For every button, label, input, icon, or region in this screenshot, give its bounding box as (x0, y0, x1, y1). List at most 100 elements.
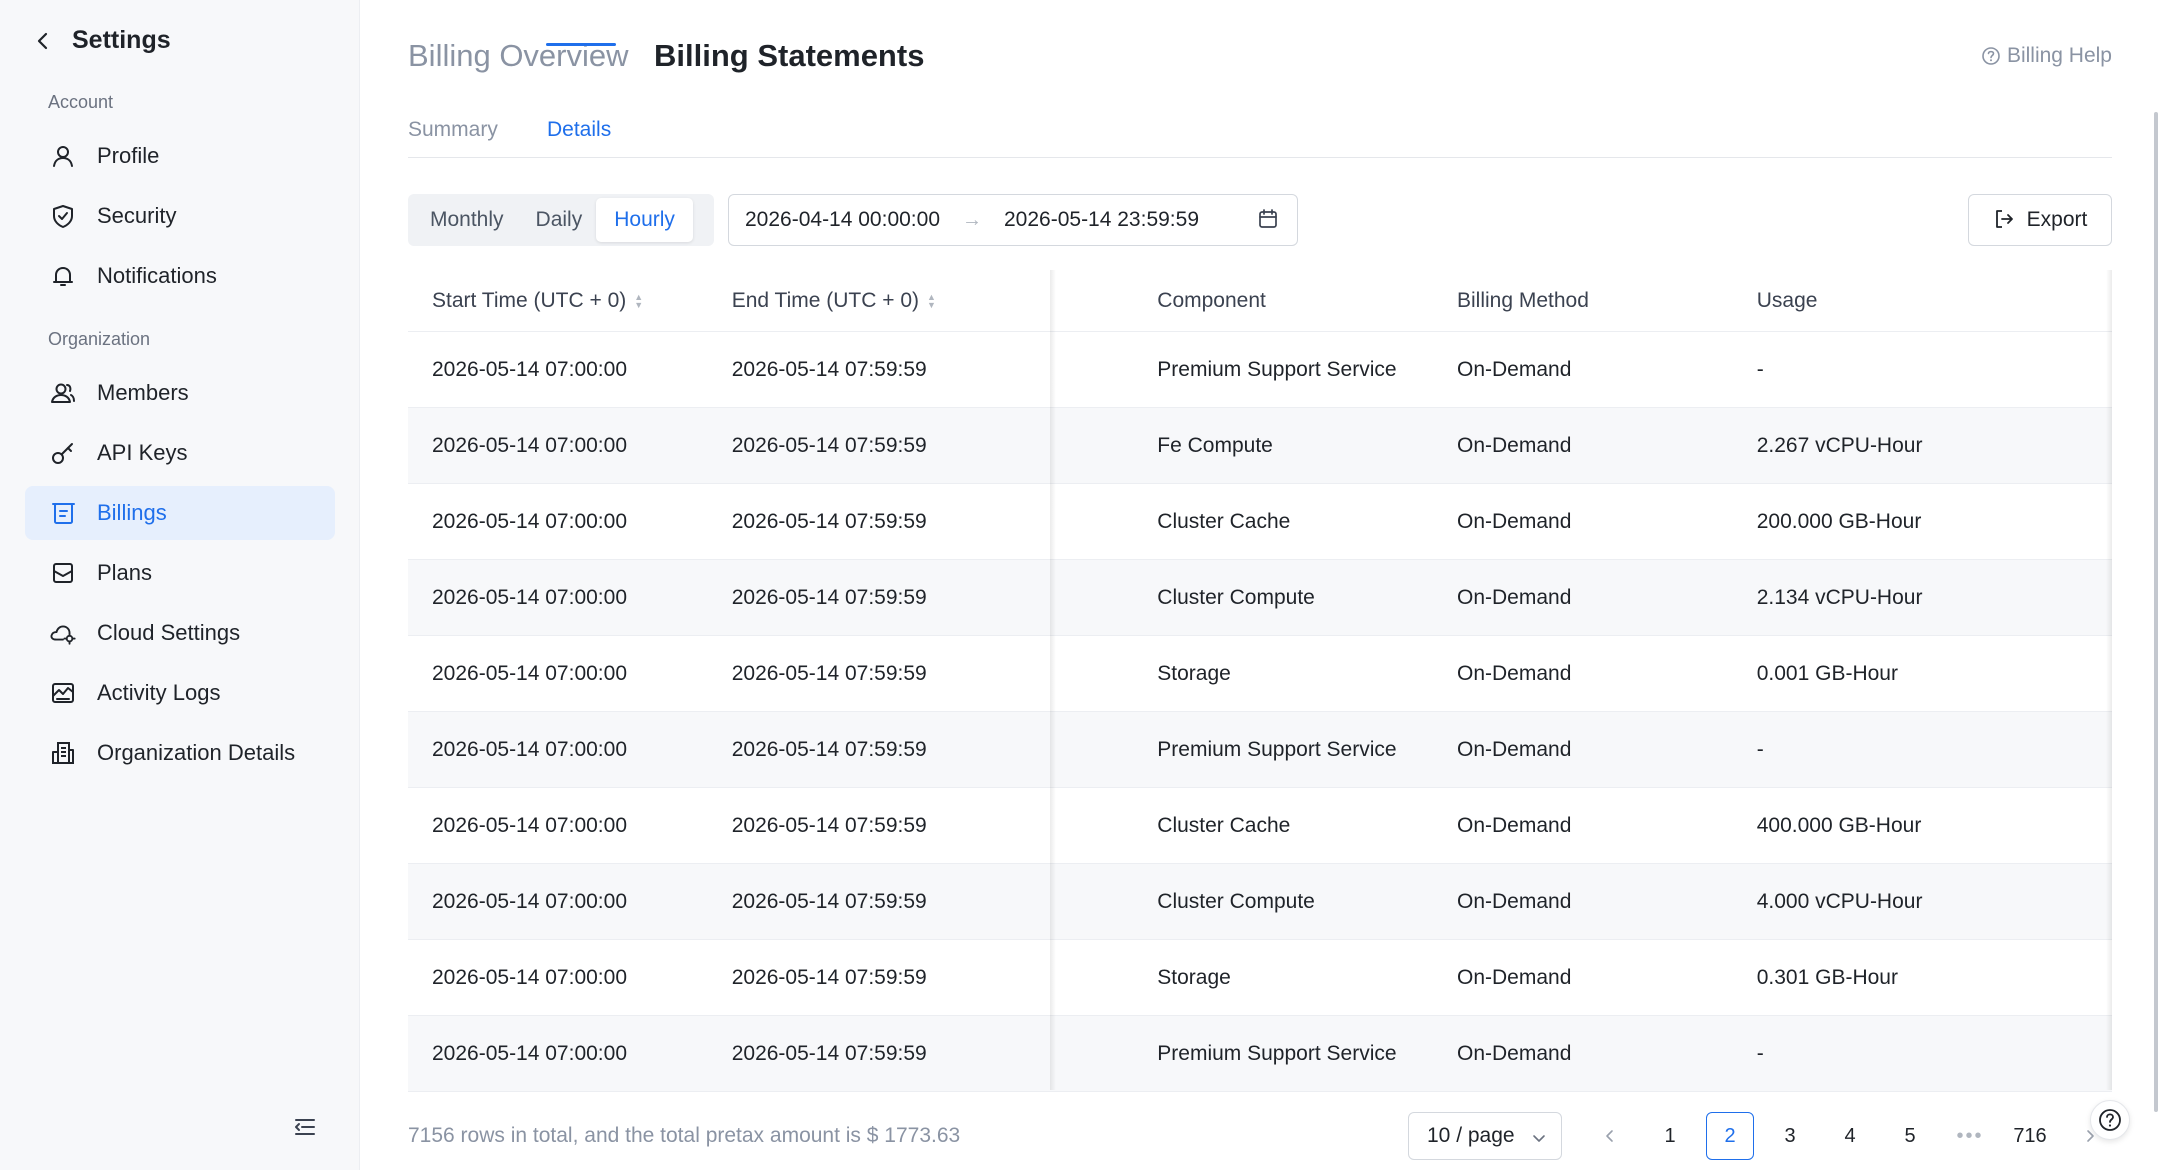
sidebar-item-api-keys[interactable]: API Keys (25, 426, 335, 480)
column-header-end-time[interactable]: End Time (UTC + 0) ▲ ▼ (708, 289, 1015, 313)
page-scrollbar[interactable] (2152, 112, 2160, 1170)
cell-end-time: 2026-05-14 07:59:59 (731, 1041, 927, 1065)
cell-billing-method: On-Demand (1457, 813, 1572, 837)
page-size-value: 10 / page (1427, 1124, 1515, 1147)
sidebar-item-security[interactable]: Security (25, 189, 335, 243)
scrollbar-thumb[interactable] (2154, 112, 2158, 1112)
range-end-value[interactable]: 2026-05-14 23:59:59 (1004, 208, 1199, 232)
cell-component: Fe Compute (1157, 433, 1273, 457)
cell-start-time: 2026-05-14 07:00:00 (432, 737, 627, 761)
cell-end-time: 2026-05-14 07:59:59 (731, 433, 927, 457)
chevron-down-icon (1531, 1128, 1547, 1144)
cell-start-time: 2026-05-14 07:00:00 (432, 433, 627, 457)
sort-icon[interactable]: ▲ ▼ (634, 292, 643, 309)
cell-billing-method: On-Demand (1457, 585, 1572, 609)
cell-usage: - (1756, 737, 1764, 761)
tab-details[interactable]: Details (547, 118, 611, 142)
cell-component: Cluster Compute (1157, 889, 1315, 913)
cell-component: Cluster Cache (1157, 813, 1291, 837)
cell-billing-method: On-Demand (1457, 737, 1572, 761)
sort-icon[interactable]: ▲ ▼ (927, 292, 936, 309)
cell-billing-method: On-Demand (1457, 1041, 1572, 1065)
page-ellipsis[interactable]: ••• (1946, 1112, 1994, 1160)
page-button-1[interactable]: 1 (1646, 1112, 1694, 1160)
sidebar-item-members[interactable]: Members (25, 366, 335, 420)
sidebar-item-activity-logs[interactable]: Activity Logs (25, 666, 335, 720)
sidebar-item-label: Cloud Settings (97, 620, 241, 645)
cell-start-time: 2026-05-14 07:00:00 (432, 813, 627, 837)
cell-usage: 400.000 GB-Hour (1756, 813, 1922, 837)
table-row: 2026-05-14 07:00:00 2026-05-14 07:59:59 St… (408, 940, 2112, 1016)
range-arrow-icon: → (962, 208, 982, 231)
column-header-component: Component (1157, 288, 1266, 312)
billing-help-link[interactable]: Billing Help (1981, 44, 2112, 68)
page-button-5[interactable]: 5 (1886, 1112, 1934, 1160)
tab-bar: Summary Details (408, 112, 2112, 158)
cloud-settings-icon (49, 619, 77, 647)
cell-end-time: 2026-05-14 07:59:59 (731, 585, 927, 609)
tab-summary[interactable]: Summary (408, 118, 498, 142)
cell-usage: 4.000 vCPU-Hour (1756, 889, 1923, 913)
billing-details-table: Start Time (UTC + 0) ▲ ▼ End Time (UTC + … (408, 270, 2112, 1092)
floating-help-icon[interactable] (2090, 1100, 2130, 1140)
page-button-3[interactable]: 3 (1766, 1112, 1814, 1160)
cell-usage: 2.267 vCPU-Hour (1756, 433, 1923, 457)
back-icon[interactable] (30, 28, 56, 54)
sidebar-item-plans[interactable]: Plans (25, 546, 335, 600)
key-icon (49, 439, 77, 467)
page-title: Billing Statements (654, 38, 925, 73)
export-button[interactable]: Export (1968, 194, 2112, 246)
column-header-start-time[interactable]: Start Time (UTC + 0) ▲ ▼ (408, 289, 708, 313)
collapse-sidebar-icon[interactable] (292, 1114, 320, 1142)
page-button-2[interactable]: 2 (1706, 1112, 1754, 1160)
cell-billing-method: On-Demand (1457, 357, 1572, 381)
cell-component: Cluster Compute (1157, 585, 1315, 609)
cell-end-time: 2026-05-14 07:59:59 (731, 965, 927, 989)
pagination: 1 2 3 4 5 ••• 716 (1580, 1112, 2120, 1160)
export-label: Export (2026, 208, 2088, 231)
sidebar-item-profile[interactable]: Profile (25, 129, 335, 183)
cell-usage: 0.001 GB-Hour (1756, 661, 1898, 685)
sidebar-item-billings[interactable]: Billings (25, 486, 335, 540)
granularity-daily[interactable]: Daily (522, 198, 597, 242)
cell-end-time: 2026-05-14 07:59:59 (731, 813, 927, 837)
sidebar-item-label: Notifications (97, 263, 217, 288)
sidebar-item-cloud-settings[interactable]: Cloud Settings (25, 606, 335, 660)
sidebar-item-organization-details[interactable]: Organization Details (25, 726, 335, 780)
granularity-hourly[interactable]: Hourly (596, 198, 693, 242)
sidebar: Settings Account Profile Security Notifi… (0, 0, 360, 1170)
table-row: 2026-05-14 07:00:00 2026-05-14 07:59:59 Cl… (408, 864, 2112, 940)
building-icon (49, 739, 77, 767)
page-button-4[interactable]: 4 (1826, 1112, 1874, 1160)
cell-component: Premium Support Service (1157, 357, 1397, 381)
cell-usage: 200.000 GB-Hour (1756, 509, 1922, 533)
cell-component: Cluster Cache (1157, 509, 1291, 533)
shield-icon (49, 202, 77, 230)
scroll-edge-shadow (2106, 270, 2112, 1090)
billing-help-label: Billing Help (2006, 44, 2112, 67)
range-start-value[interactable]: 2026-04-14 00:00:00 (745, 208, 940, 232)
user-icon (49, 142, 77, 170)
sidebar-item-label: Activity Logs (97, 680, 221, 705)
prev-page-icon[interactable] (1586, 1112, 1634, 1160)
column-header-usage: Usage (1756, 288, 1818, 312)
granularity-monthly[interactable]: Monthly (412, 198, 522, 242)
page-button-last[interactable]: 716 (2006, 1112, 2054, 1160)
billing-icon (49, 499, 77, 527)
cell-end-time: 2026-05-14 07:59:59 (731, 661, 927, 685)
cell-billing-method: On-Demand (1457, 965, 1572, 989)
sidebar-item-label: Billings (97, 500, 167, 525)
table-row: 2026-05-14 07:00:00 2026-05-14 07:59:59 St… (408, 636, 2112, 712)
cell-start-time: 2026-05-14 07:00:00 (432, 585, 627, 609)
cell-component: Premium Support Service (1157, 1041, 1397, 1065)
group-label-organization: Organization (48, 329, 151, 349)
cell-usage: 2.134 vCPU-Hour (1756, 585, 1923, 609)
table-row: 2026-05-14 07:00:00 2026-05-14 07:59:59 Cl… (408, 788, 2112, 864)
table-row: 2026-05-14 07:00:00 2026-05-14 07:59:59 Pr… (408, 712, 2112, 788)
date-range-picker[interactable]: 2026-04-14 00:00:00 → 2026-05-14 23:59:5… (728, 194, 1298, 246)
calendar-icon[interactable] (1257, 208, 1281, 232)
sidebar-item-notifications[interactable]: Notifications (25, 249, 335, 303)
page-size-select[interactable]: 10 / page (1408, 1112, 1562, 1160)
table-row: 2026-05-14 07:00:00 2026-05-14 07:59:59 Cl… (408, 484, 2112, 560)
sidebar-item-label: API Keys (97, 440, 188, 465)
